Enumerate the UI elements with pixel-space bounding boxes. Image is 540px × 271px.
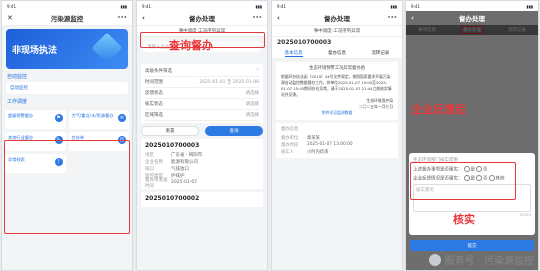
record-number: 2025010700002 xyxy=(145,195,200,202)
record-number: 2025010700003 xyxy=(272,37,402,48)
close-icon[interactable]: ✕ xyxy=(7,14,13,22)
back-icon[interactable]: ‹ xyxy=(277,14,280,22)
more-icon[interactable]: ••• xyxy=(252,15,262,21)
filter-header[interactable]: 高级条件筛选 ˄ xyxy=(145,66,259,77)
filter-value: 2025-01-01 至 2025-01-08 xyxy=(199,80,259,85)
info-field: 督办单位 章某某 xyxy=(281,135,320,141)
filter-value: 请选择 xyxy=(245,91,260,96)
phone-screen-verify: 9:41▮▮▮ ‹ 督办处理 事项信息 督办处理 流转记录 企业反馈后 生态环境… xyxy=(405,0,539,271)
record-card[interactable]: 2025010700002 xyxy=(141,192,263,207)
record-card[interactable]: 2025010700003 地区 广东省 · 揭阳市 企业名称 能源有限公司 排口气… xyxy=(141,139,263,189)
cube-illustration-icon xyxy=(91,32,123,64)
filter-row[interactable]: 时间范围 2025-01-01 至 2025-01-08 xyxy=(145,77,259,88)
phone-screen-detail: 9:41 ▮▮▮ ‹ 督办处理 ••• 事中调度-工况序列异常 202501070… xyxy=(271,0,403,271)
reset-button[interactable]: 重置 xyxy=(141,126,199,136)
status-bar: 9:41 ▮▮▮ xyxy=(2,1,132,11)
letter-title: 生态环境预警工况异常督办函 xyxy=(309,66,365,71)
section-title: 督办信息 xyxy=(281,127,299,132)
filter-row[interactable]: 核实状态 请选择 xyxy=(145,99,259,110)
page-title: 污染源监控 xyxy=(50,15,84,23)
auto-monitor-label: 自动监控 xyxy=(10,86,28,91)
grid-item-super-alert[interactable]: 超级预警督办 ⚑ xyxy=(5,110,66,129)
phone-screen-query: 9:41 ▮▮▮ ‹ 督办处理 ••• 事中调度-工况序列异常 请输入企业名称 查… xyxy=(136,0,268,271)
record-field: 排口 气排放口 xyxy=(145,166,189,172)
grid-item-label: 大气/重点/水/资源督办 xyxy=(71,113,114,118)
title-bar: ‹ 督办处理 ••• xyxy=(137,11,267,26)
grid-item-label: 超级预警督办 xyxy=(8,113,34,118)
filter-row[interactable]: 区域筛选 请选择 xyxy=(145,110,259,121)
tab-supervise[interactable]: 督办信息 xyxy=(328,50,346,56)
wechat-icon xyxy=(429,253,442,266)
watermark: 服务号 · 污染源监控 xyxy=(429,252,534,267)
filter-label: 时间范围 xyxy=(145,80,163,85)
record-field: 地区 广东省 · 揭阳市 xyxy=(145,152,203,158)
highlight-box xyxy=(4,140,130,234)
more-icon[interactable]: ••• xyxy=(117,15,127,21)
banner-title: 非现场执法 xyxy=(12,46,58,56)
filter-value: 请选择 xyxy=(245,102,260,107)
annotation-verify: 核实 xyxy=(453,213,475,226)
auto-monitor-card[interactable]: 自动监控 xyxy=(6,82,128,94)
section-title-work: 工作调度 xyxy=(7,99,28,105)
tab-basic[interactable]: 基本信息 xyxy=(284,50,303,57)
annotation-feedback: 企业反馈后 xyxy=(411,103,466,116)
tab-flow[interactable]: 流转记录 xyxy=(371,50,389,56)
phone-screen-home: 9:41 ▮▮▮ ✕ 污染源监控 ••• 非现场执法 自动监控 自动监控 工作调度… xyxy=(1,0,133,271)
list-icon: ≡ xyxy=(118,114,126,122)
grid-item-air-water[interactable]: 大气/重点/水/资源督办 ≡ xyxy=(68,110,129,129)
page-title: 督办处理 xyxy=(189,15,215,23)
attachment-link[interactable]: 附件详见监测数据 xyxy=(281,110,393,116)
banner: 非现场执法 xyxy=(6,29,128,69)
more-icon[interactable]: ••• xyxy=(387,15,397,21)
chevron-up-icon: ˄ xyxy=(256,68,259,74)
filter-buttons: 重置 查询 xyxy=(141,126,263,136)
highlight-box xyxy=(410,162,516,200)
filter-label: 反馈状态 xyxy=(145,91,163,96)
back-icon[interactable]: ‹ xyxy=(411,14,414,22)
back-icon[interactable]: ‹ xyxy=(142,14,145,22)
page-title: 督办处理 xyxy=(324,15,350,23)
tab-bar: 基本信息 督办信息 流转记录 xyxy=(272,48,402,59)
section-title-auto: 自动监控 xyxy=(7,74,28,80)
query-button[interactable]: 查询 xyxy=(205,126,263,136)
record-field: 督办单发送时间 2025-01-07 xyxy=(145,177,198,189)
page-title: 督办处理 xyxy=(459,15,485,23)
filter-row[interactable]: 反馈状态 请选择 xyxy=(145,88,259,99)
status-bar: 9:41 ▮▮▮ xyxy=(137,1,267,11)
filter-title: 高级条件筛选 xyxy=(145,69,172,74)
supervise-info: 督办信息 督办单位 章某某 督办时间 2025-01-07 13:00:00 核实人… xyxy=(276,123,398,158)
filter-panel: 高级条件筛选 ˄ 时间范围 2025-01-01 至 2025-01-08 反馈状态… xyxy=(141,64,263,123)
flag-icon: ⚑ xyxy=(54,114,63,122)
filter-value: 请选择 xyxy=(245,113,260,118)
title-bar: ‹ 督办处理 xyxy=(406,11,538,25)
record-number: 2025010700003 xyxy=(145,142,200,149)
info-field: 核实人 小时内结束 xyxy=(281,149,329,155)
letter-body: 根据环办执法函〔2019〕44号文件规定，按照国家要求开展污染源自动监控数据督办… xyxy=(281,74,392,97)
info-field: 督办时间 2025-01-07 13:00:00 xyxy=(281,142,353,148)
submit-button[interactable]: 提交 xyxy=(410,240,534,251)
filter-label: 核实状态 xyxy=(145,102,163,107)
record-field: 企业名称 能源有限公司 xyxy=(145,159,198,165)
title-bar: ✕ 污染源监控 ••• xyxy=(2,11,132,26)
watermark-text: 服务号 · 污染源监控 xyxy=(444,256,534,267)
status-bar: 9:41 ▮▮▮ xyxy=(272,1,402,11)
filter-label: 区域筛选 xyxy=(145,113,163,118)
supervision-letter: 生态环境预警工况异常督办函 根据环办执法函〔2019〕44号文件规定，按照国家要… xyxy=(276,62,398,120)
subtitle: 事中调度-工况序列异常 xyxy=(272,26,402,37)
title-bar: ‹ 督办处理 ••• xyxy=(272,11,402,26)
status-bar: 9:41 ▮▮▮ xyxy=(406,1,538,11)
highlight-box xyxy=(140,32,265,48)
